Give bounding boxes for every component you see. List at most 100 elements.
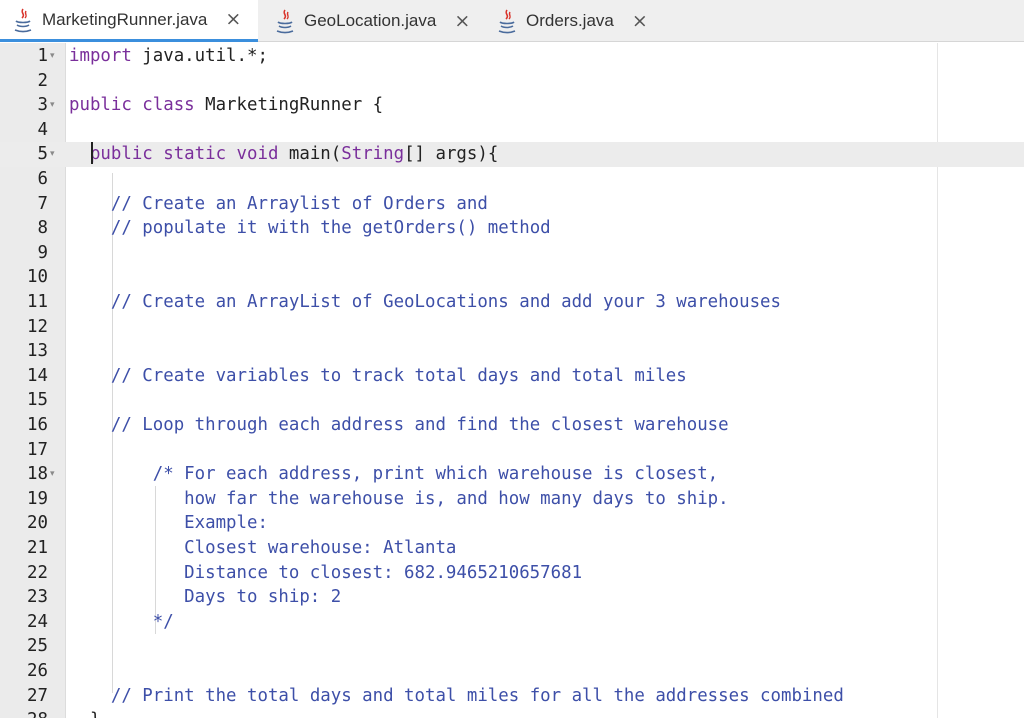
code-line[interactable]: 10 <box>0 265 1024 290</box>
code-line[interactable]: 24 */ <box>0 610 1024 635</box>
code-line[interactable]: 18 ▾ /* For each address, print which war… <box>0 462 1024 487</box>
code-line[interactable]: 26 <box>0 659 1024 684</box>
code-token: Closest warehouse: Atlanta <box>184 538 457 558</box>
code-text: /* For each address, print which warehou… <box>69 462 718 487</box>
fold-arrow-icon[interactable]: ▾ <box>50 44 55 69</box>
code-token: Distance to closest: 682.9465210657681 <box>184 562 583 583</box>
line-number: 13 <box>27 341 48 362</box>
code-line[interactable]: 21 Closest warehouse: Atlanta <box>0 536 1024 561</box>
line-number: 5 <box>37 144 48 165</box>
text-cursor <box>91 142 93 164</box>
java-file-icon <box>274 8 296 34</box>
tab-geolocation[interactable]: GeoLocation.java × <box>270 0 488 42</box>
line-number: 16 <box>27 415 48 435</box>
code-token: Example: <box>184 513 268 534</box>
code-line[interactable]: 5 ▾ public static void main(String[] args… <box>0 142 1024 167</box>
code-line[interactable]: 2 <box>0 69 1024 94</box>
code-line[interactable]: 11 // Create an ArrayList of GeoLocation… <box>0 290 1024 315</box>
code-line[interactable]: 15 <box>0 388 1024 413</box>
code-text: how far the warehouse is, and how many d… <box>69 487 728 512</box>
line-number: 17 <box>27 439 48 460</box>
code-text: Closest warehouse: Atlanta <box>69 536 456 561</box>
code-line[interactable]: 28 } <box>0 708 1024 718</box>
code-text: // Print the total days and total miles … <box>69 684 844 709</box>
code-text: // Loop through each address and find th… <box>69 413 729 438</box>
line-number: 19 <box>27 488 48 509</box>
line-number: 7 <box>37 193 48 214</box>
line-number: 22 <box>27 562 48 583</box>
code-token: /* For each address, print which warehou… <box>152 464 719 485</box>
line-number: 24 <box>27 611 48 632</box>
editor-tab-bar: MarketingRunner.java × GeoLocation.java … <box>0 0 1024 42</box>
code-text: // Create an Arraylist of Orders and <box>69 192 488 217</box>
line-number: 10 <box>27 267 48 288</box>
close-tab-icon[interactable]: × <box>454 11 470 31</box>
code-token: String <box>341 144 405 165</box>
code-token: // populate it with the getOrders() meth… <box>110 218 551 239</box>
tab-label: Orders.java <box>526 11 614 30</box>
code-line[interactable]: 27 // Print the total days and total mil… <box>0 684 1024 709</box>
code-token: */ <box>152 611 174 632</box>
line-number: 20 <box>27 513 48 534</box>
code-token: // Print the total days and total miles … <box>110 685 844 706</box>
line-number: 8 <box>37 218 48 239</box>
java-file-icon <box>496 8 518 34</box>
code-text: Example: <box>69 511 268 536</box>
code-text: // Create variables to track total days … <box>69 364 687 389</box>
code-token: // Create an ArrayList of GeoLocations a… <box>110 292 781 312</box>
line-number: 27 <box>27 685 48 706</box>
code-line[interactable]: 1 ▾ import java.util.*; <box>0 44 1024 69</box>
line-number: 21 <box>27 538 48 558</box>
code-line[interactable]: 3 ▾ public class MarketingRunner { <box>0 93 1024 118</box>
tab-orders[interactable]: Orders.java × <box>492 0 672 42</box>
code-line[interactable]: 9 <box>0 241 1024 266</box>
code-text: */ <box>69 610 174 635</box>
code-line[interactable]: 14 // Create variables to track total da… <box>0 364 1024 389</box>
line-number: 28 <box>27 708 48 718</box>
fold-arrow-icon[interactable]: ▾ <box>50 93 55 118</box>
close-tab-icon[interactable]: × <box>632 11 648 31</box>
code-line[interactable]: 4 <box>0 118 1024 143</box>
code-token: main( <box>278 144 342 165</box>
line-number: 6 <box>37 169 48 189</box>
code-line[interactable]: 25 <box>0 634 1024 659</box>
code-line[interactable]: 8 // populate it with the getOrders() me… <box>0 216 1024 241</box>
line-number: 14 <box>27 365 48 386</box>
line-number: 25 <box>27 636 48 657</box>
code-token: // Loop through each address and find th… <box>110 415 729 435</box>
tab-label: GeoLocation.java <box>304 11 437 30</box>
code-line[interactable]: 19 how far the warehouse is, and how man… <box>0 487 1024 512</box>
tab-marketingrunner[interactable]: MarketingRunner.java × <box>0 0 258 42</box>
fold-arrow-icon[interactable]: ▾ <box>50 462 55 487</box>
java-file-icon <box>12 7 34 33</box>
code-token: MarketingRunner { <box>194 95 384 116</box>
code-line[interactable]: 7 // Create an Arraylist of Orders and <box>0 192 1024 217</box>
code-editor[interactable]: 1 ▾ import java.util.*; 2 3 ▾ public class Mar… <box>0 43 1024 718</box>
line-number: 2 <box>37 70 48 91</box>
fold-arrow-icon[interactable]: ▾ <box>50 142 55 167</box>
code-token: } <box>90 710 100 718</box>
code-line[interactable]: 13 <box>0 339 1024 364</box>
code-line[interactable]: 6 <box>0 167 1024 192</box>
code-line[interactable]: 17 <box>0 438 1024 463</box>
line-number: 15 <box>27 390 48 411</box>
code-token: java.util.*; <box>131 46 268 66</box>
code-text: } <box>69 708 100 718</box>
code-line[interactable]: 12 <box>0 315 1024 340</box>
code-token: [] args){ <box>404 144 499 165</box>
code-line[interactable]: 22 Distance to closest: 682.946521065768… <box>0 561 1024 586</box>
code-text: import java.util.*; <box>69 44 268 69</box>
code-line[interactable]: 23 Days to ship: 2 <box>0 585 1024 610</box>
code-line[interactable]: 16 // Loop through each address and find… <box>0 413 1024 438</box>
code-line[interactable]: 20 Example: <box>0 511 1024 536</box>
close-tab-icon[interactable]: × <box>225 10 241 29</box>
